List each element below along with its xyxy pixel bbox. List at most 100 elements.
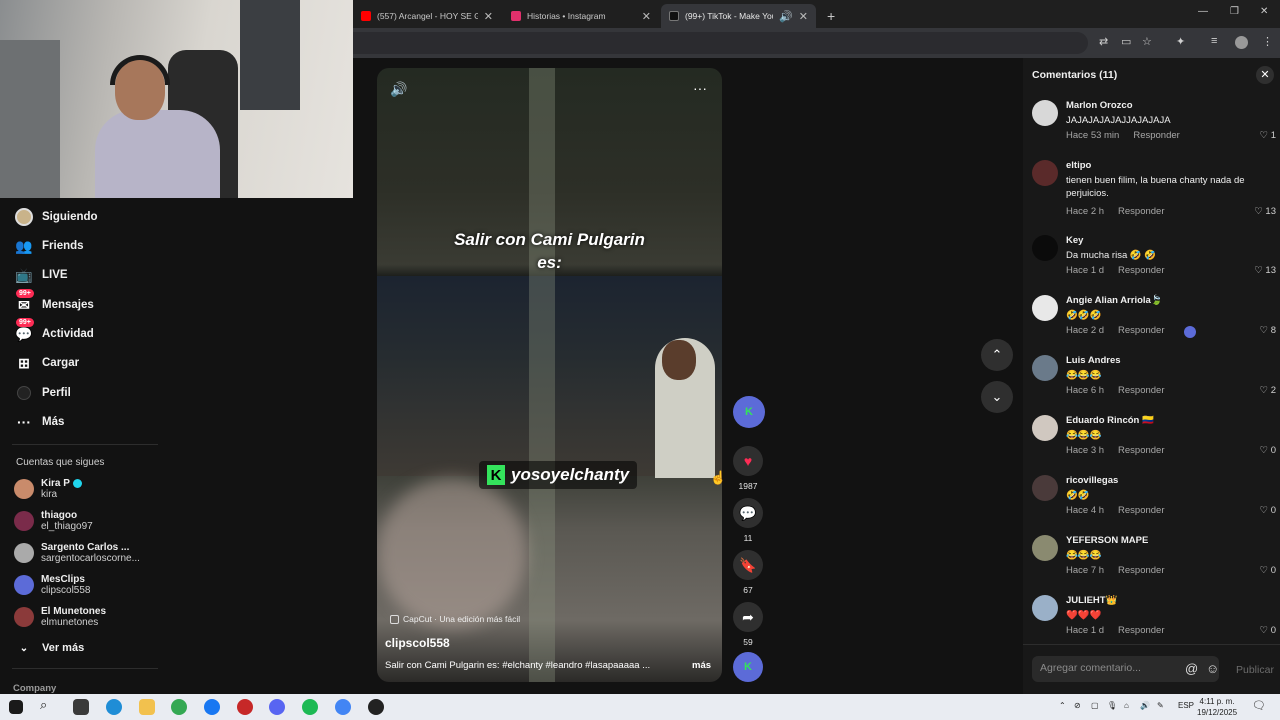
capcut-label[interactable]: CapCut · Una edición más fácil	[390, 614, 520, 624]
next-video-button[interactable]: ⌄	[981, 381, 1013, 413]
tab-audio-icon[interactable]: 🔊	[779, 10, 793, 23]
avatar[interactable]	[1032, 415, 1058, 441]
comment-user[interactable]: Marlon Orozco	[1066, 100, 1133, 111]
avatar[interactable]	[1032, 160, 1058, 186]
avatar[interactable]	[1032, 355, 1058, 381]
profile-avatar[interactable]	[1235, 36, 1248, 49]
comment-like-button[interactable]: ♡ 8	[1260, 325, 1276, 336]
volume-icon[interactable]: 🔊	[390, 81, 407, 98]
system-clock[interactable]: 4:11 p. m. 19/12/2025	[1197, 696, 1237, 718]
nav-friends[interactable]: 👥 Friends	[14, 236, 83, 256]
microphone-icon[interactable]: 🎙	[1107, 701, 1117, 710]
like-button[interactable]: ♥ 1987	[733, 446, 763, 491]
followed-account[interactable]: MesClips clipscol558	[14, 574, 90, 596]
comment-user[interactable]: Key	[1066, 235, 1083, 246]
pen-icon[interactable]: ✎	[1157, 701, 1164, 710]
tray-icon[interactable]: ▢	[1091, 701, 1099, 710]
emoji-icon[interactable]: ☺	[1206, 661, 1219, 676]
avatar[interactable]	[1032, 595, 1058, 621]
comment-like-button[interactable]: ♡ 0	[1260, 565, 1276, 576]
avatar[interactable]	[1032, 100, 1058, 126]
windows-start-icon[interactable]	[9, 700, 23, 714]
comment-user[interactable]: ricovillegas	[1066, 475, 1118, 486]
followed-account[interactable]: Kira P kira	[14, 478, 82, 500]
restore-button[interactable]: ❐	[1230, 6, 1239, 17]
comment-like-button[interactable]: ♡ 0	[1260, 445, 1276, 456]
tab-tiktok[interactable]: (99+) TikTok - Make Your Day 🔊 ✕	[661, 4, 816, 28]
chrome-icon[interactable]	[171, 699, 187, 715]
tab-instagram[interactable]: Historias • Instagram ✕	[503, 4, 659, 28]
reply-button[interactable]: Responder	[1118, 385, 1164, 396]
comment-user[interactable]: Angie Alian Arriola🍃	[1066, 295, 1163, 306]
see-more-button[interactable]: ⌄ Ver más	[14, 638, 84, 658]
nav-messages[interactable]: ✉ 99+ Mensajes	[14, 289, 94, 315]
video-player[interactable]: Salir con Cami Pulgarin es: K yosoyelcha…	[377, 68, 722, 682]
close-window-button[interactable]: ✕	[1260, 6, 1268, 17]
discord-icon[interactable]	[269, 699, 285, 715]
search-icon[interactable]: ⌕	[40, 697, 56, 713]
more-description-button[interactable]: más	[692, 660, 711, 671]
comment-user[interactable]: YEFERSON MAPE	[1066, 535, 1148, 546]
reply-button[interactable]: Responder	[1118, 265, 1164, 276]
comment-user[interactable]: Luis Andres	[1066, 355, 1121, 366]
reply-button[interactable]: Responder	[1118, 625, 1164, 636]
mention-icon[interactable]: @	[1185, 661, 1198, 676]
avatar[interactable]	[1032, 535, 1058, 561]
nav-live[interactable]: 📺 LIVE	[14, 265, 67, 285]
tray-icon[interactable]: ⊘	[1074, 701, 1081, 710]
nav-activity[interactable]: 💬 99+ Actividad	[14, 318, 94, 344]
share-button[interactable]: ➦ 59	[733, 602, 763, 647]
company-link[interactable]: Company	[13, 683, 56, 694]
address-bar[interactable]	[353, 32, 1088, 54]
reply-button[interactable]: Responder	[1118, 505, 1164, 516]
comment-user[interactable]: JULIEHT👑	[1066, 595, 1117, 606]
menu-icon[interactable]: ⋮	[1262, 35, 1273, 48]
comment-like-button[interactable]: ♡ 0	[1260, 505, 1276, 516]
followed-account[interactable]: Sargento Carlos ... sargentocarloscorne.…	[14, 542, 140, 564]
close-tab-icon[interactable]: ✕	[484, 10, 493, 23]
extensions-icon[interactable]: ✦	[1176, 35, 1185, 48]
reply-button[interactable]: Responder	[1118, 325, 1164, 336]
avatar[interactable]	[1032, 235, 1058, 261]
network-icon[interactable]: ⌂	[1124, 701, 1129, 710]
comment-like-button[interactable]: ♡ 0	[1260, 625, 1276, 636]
comment-user[interactable]: Eduardo Rincón 🇨🇴	[1066, 415, 1154, 426]
more-options-icon[interactable]: ···	[693, 80, 707, 96]
media-controls-icon[interactable]: ≡	[1211, 35, 1217, 47]
creator-avatar-button[interactable]: K	[733, 396, 765, 428]
followed-account[interactable]: thiagoo el_thiago97	[14, 510, 93, 532]
translate-icon[interactable]: ⇄	[1099, 35, 1108, 48]
comment-button[interactable]: 💬 11	[733, 498, 763, 543]
tab-youtube[interactable]: (557) Arcangel - HOY SE GUAYA ✕	[353, 4, 501, 28]
file-explorer-icon[interactable]	[139, 699, 155, 715]
tray-chevron-icon[interactable]: ⌃	[1059, 701, 1066, 710]
obs-icon[interactable]	[368, 699, 384, 715]
followed-account[interactable]: El Munetones elmunetones	[14, 606, 106, 628]
edge-icon[interactable]	[106, 699, 122, 715]
notifications-icon[interactable]: 🗨	[1252, 699, 1266, 712]
new-tab-button[interactable]: +	[819, 4, 843, 28]
reply-button[interactable]: Responder	[1118, 565, 1164, 576]
reply-button[interactable]: Responder	[1133, 130, 1179, 141]
close-tab-icon[interactable]: ✕	[642, 10, 651, 23]
avatar[interactable]	[1032, 295, 1058, 321]
close-tab-icon[interactable]: ✕	[799, 10, 808, 23]
minimize-button[interactable]: —	[1198, 6, 1208, 17]
volume-icon[interactable]: 🔊	[1140, 701, 1150, 710]
close-comments-button[interactable]: ✕	[1256, 66, 1274, 84]
spotify-icon[interactable]	[302, 699, 318, 715]
language-indicator[interactable]: ESP	[1178, 701, 1194, 710]
chrome-profile-icon[interactable]	[335, 699, 351, 715]
facebook-icon[interactable]	[204, 699, 220, 715]
comment-like-button[interactable]: ♡ 13	[1254, 265, 1276, 276]
reply-button[interactable]: Responder	[1118, 445, 1164, 456]
reply-button[interactable]: Responder	[1118, 206, 1164, 217]
recorder-icon[interactable]	[237, 699, 253, 715]
avatar[interactable]	[1032, 475, 1058, 501]
nav-profile[interactable]: Perfil	[14, 383, 71, 403]
save-button[interactable]: 🔖 67	[733, 550, 763, 595]
previous-video-button[interactable]: ⌃	[981, 339, 1013, 371]
sound-avatar-button[interactable]: K	[733, 652, 763, 682]
video-author[interactable]: clipscol558	[385, 636, 450, 650]
comment-like-button[interactable]: ♡ 13	[1254, 206, 1276, 217]
